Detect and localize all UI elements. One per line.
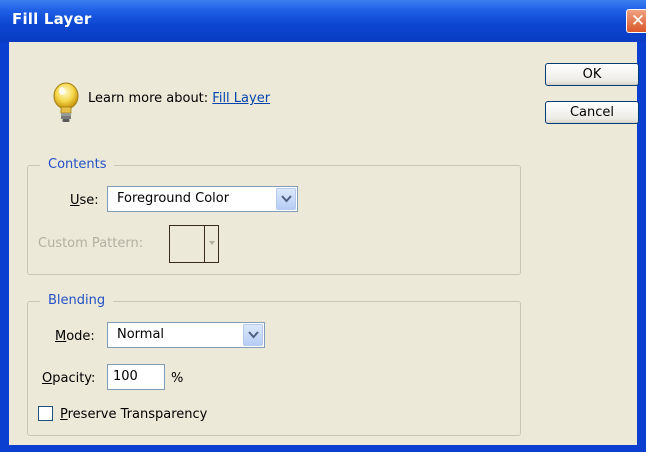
title-bar[interactable]: Fill Layer ✕ [0,0,646,42]
picker-divider [204,226,205,262]
preserve-label-accel: P [60,407,68,422]
lightbulb-icon [53,82,79,122]
picker-arrow-icon [209,241,215,245]
contents-group: Contents [27,157,521,275]
learn-more-text: Learn more about: Fill Layer [88,91,270,106]
custom-pattern-label: Custom Pattern: [38,236,144,251]
chevron-down-icon[interactable] [276,188,296,210]
mode-label-accel: M [55,329,67,344]
use-label-accel: U [70,193,80,208]
preserve-transparency-label[interactable]: Preserve Transparency [60,407,207,422]
window-title: Fill Layer [12,10,92,28]
use-select-value: Foreground Color [117,191,230,206]
opacity-label-accel: O [42,371,53,386]
dialog-body: Learn more about: Fill Layer OK Cancel C… [9,42,639,445]
use-label: Use: [70,193,99,208]
contents-legend: Contents [40,157,115,172]
opacity-label: Opacity: [42,371,95,386]
custom-pattern-picker [169,225,219,263]
cancel-button[interactable]: Cancel [545,101,639,124]
mode-select-value: Normal [117,327,165,342]
mode-label-rest: ode: [66,329,95,344]
close-button[interactable]: ✕ [626,9,646,33]
fill-layer-help-link[interactable]: Fill Layer [212,91,270,106]
chevron-down-icon[interactable] [243,324,263,346]
mode-label: Mode: [55,329,95,344]
preserve-label-rest: reserve Transparency [67,407,208,422]
opacity-label-rest: pacity: [52,371,96,386]
use-label-rest: se: [79,193,99,208]
mode-select[interactable]: Normal [107,322,265,348]
use-select[interactable]: Foreground Color [107,186,298,212]
close-icon: ✕ [630,11,646,31]
opacity-unit: % [171,371,184,386]
dialog-window: Fill Layer ✕ Learn more about: Fill Laye… [0,0,646,452]
blending-legend: Blending [40,293,114,308]
preserve-transparency-checkbox[interactable] [38,406,53,421]
learn-more-prefix: Learn more about: [88,91,213,106]
opacity-input[interactable]: 100 [107,364,165,390]
ok-button[interactable]: OK [545,63,639,86]
